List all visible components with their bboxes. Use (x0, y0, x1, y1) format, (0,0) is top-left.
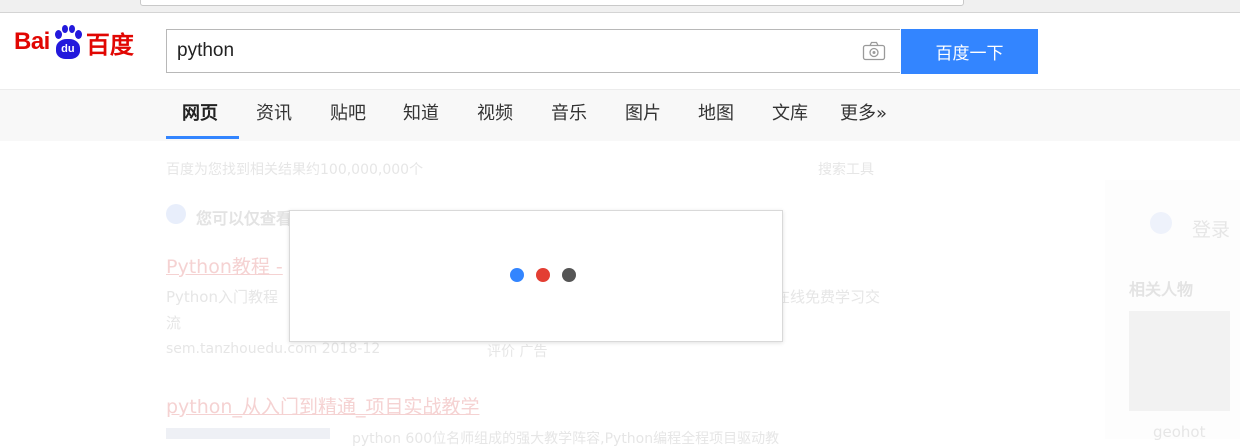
search-box (166, 29, 900, 73)
active-tab-indicator (166, 136, 239, 139)
camera-icon[interactable] (862, 41, 886, 61)
address-bar[interactable] (140, 0, 964, 6)
tab-video[interactable]: 视频 (477, 90, 513, 141)
result-snippet-line2: 流 (166, 314, 182, 332)
person-name[interactable]: geohot (1153, 423, 1206, 441)
result-snippet-end: 在线免费学习交 (775, 288, 881, 306)
tab-images[interactable]: 图片 (625, 90, 661, 141)
result-thumbnail[interactable] (166, 428, 330, 439)
logo-text-du: du (55, 39, 80, 59)
loading-dot-red (536, 268, 550, 282)
tab-bar: 网页 资讯 贴吧 知道 视频 音乐 图片 地图 文库 更多» (0, 89, 1240, 141)
result-title[interactable]: Python教程 - (166, 252, 283, 279)
result-snippet: python 600位名师组成的强大教学阵容,Python编程全程项目驱动教 (352, 431, 780, 447)
person-avatar[interactable] (1129, 311, 1230, 411)
logo-text-cn: 百度 (85, 30, 134, 59)
search-input[interactable] (177, 30, 837, 72)
tab-wenku[interactable]: 文库 (772, 90, 808, 141)
loading-dot-blue (510, 268, 524, 282)
search-button[interactable]: 百度一下 (901, 29, 1038, 74)
paw-icon: du (52, 25, 84, 59)
result-meta[interactable]: 评价 广告 (487, 341, 547, 361)
logo-text-bai: Bai (14, 28, 50, 55)
shield-icon (166, 204, 186, 224)
tab-tieba[interactable]: 贴吧 (330, 90, 366, 141)
related-people-title: 相关人物 (1129, 280, 1194, 299)
loading-dialog (289, 210, 783, 342)
result-title[interactable]: python_从入门到精通_项目实战教学 (166, 392, 479, 419)
result-url[interactable]: sem.tanzhouedu.com 2018-12 (166, 341, 380, 357)
user-icon (1150, 212, 1172, 234)
baidu-logo[interactable]: Bai du 百度 (14, 22, 134, 62)
login-link[interactable]: 登录 (1192, 215, 1230, 242)
tab-music[interactable]: 音乐 (551, 90, 587, 141)
browser-toolbar (0, 0, 1240, 13)
tab-zhidao[interactable]: 知道 (403, 90, 439, 141)
tab-news[interactable]: 资讯 (256, 90, 292, 141)
search-tools-link[interactable]: 搜索工具 (818, 159, 874, 179)
result-snippet: Python入门教程 (166, 288, 278, 306)
loading-dot-gray (562, 268, 576, 282)
result-count: 百度为您找到相关结果约100,000,000个 (166, 162, 424, 178)
tab-more[interactable]: 更多» (840, 90, 887, 141)
notice-text: 您可以仅查看 (196, 209, 293, 228)
tab-web[interactable]: 网页 (182, 90, 218, 141)
tab-map[interactable]: 地图 (698, 90, 734, 141)
